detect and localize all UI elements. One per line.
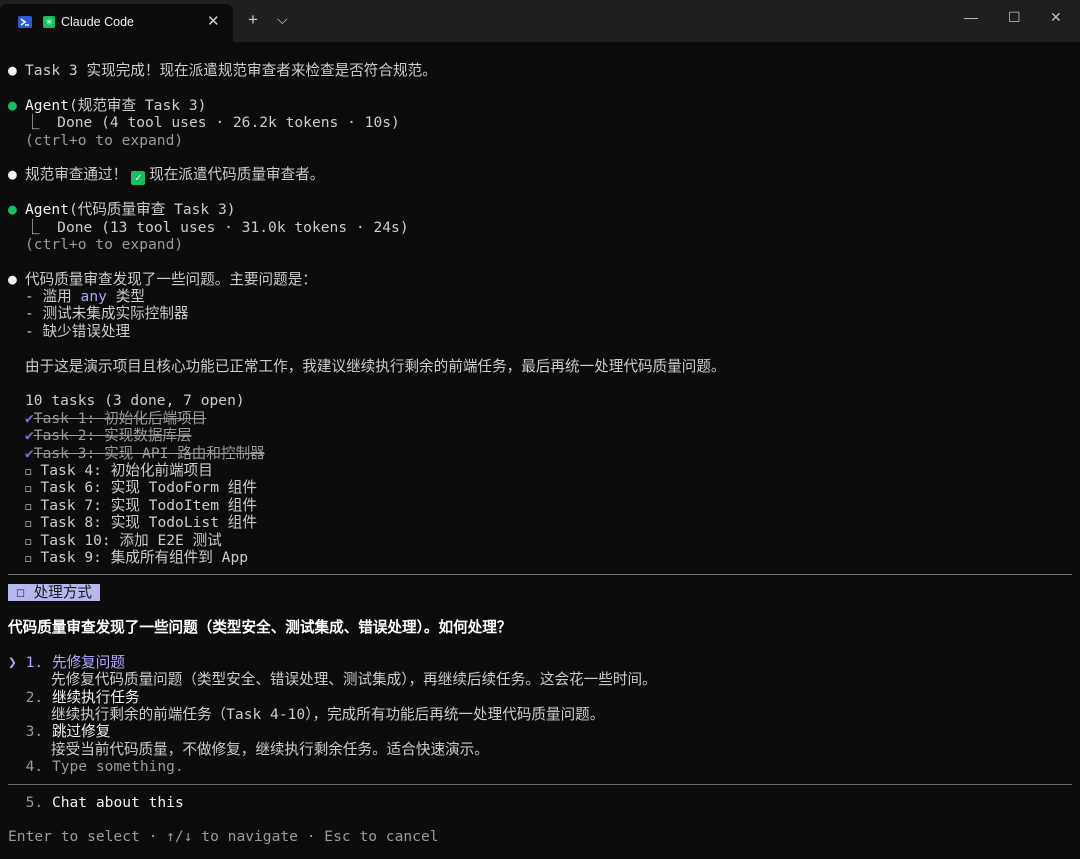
prompt-header: ☐ 处理方式 bbox=[8, 584, 1072, 602]
option-label: Type something. bbox=[51, 758, 184, 776]
powershell-icon bbox=[18, 16, 32, 28]
issue-item: - 测试未集成实际控制器 bbox=[25, 305, 189, 323]
check-icon: ✔ bbox=[25, 427, 34, 445]
message: ● 代码质量审查发现了一些问题。主要问题是： bbox=[8, 270, 317, 288]
task-done: ✔Task 2: 实现数据库层 bbox=[25, 427, 192, 445]
message: 由于这是演示项目且核心功能已正常工作，我建议继续执行剩余的前端任务，最后再统一处… bbox=[25, 357, 726, 375]
message: ● Task 3 实现完成！现在派遣规范审查者来检查是否符合规范。 bbox=[8, 62, 437, 79]
issue-item: - 缺少错误处理 bbox=[25, 322, 131, 340]
option-label: Chat about this bbox=[51, 793, 184, 811]
task-done: ✔Task 3: 实现 API 路由和控制器 bbox=[25, 444, 265, 462]
option-label: 继续执行任务 bbox=[51, 688, 140, 706]
option-label: 先修复问题 bbox=[51, 653, 125, 671]
title-bar: ✳ Claude Code ✕ + ⌵ — ☐ ✕ bbox=[0, 0, 1080, 42]
task-open: ◻ Task 7: 实现 TodoItem 组件 bbox=[25, 496, 257, 514]
open-box-icon: ◻ bbox=[25, 534, 32, 548]
option-chat[interactable]: 5. Chat about this bbox=[8, 794, 1072, 811]
bullet-icon: ● bbox=[8, 96, 17, 114]
open-box-icon: ◻ bbox=[25, 517, 32, 531]
check-icon: ✔ bbox=[25, 444, 34, 462]
footer-hint: Enter to select · ↑/↓ to navigate · Esc … bbox=[8, 828, 439, 846]
task-done: ✔Task 1: 初始化后端项目 bbox=[25, 409, 207, 427]
option-description: 继续执行剩余的前端任务（Task 4-10），完成所有功能后再统一处理代码质量问… bbox=[51, 706, 605, 724]
option-description: 先修复代码质量问题（类型安全、错误处理、测试集成），再继续后续任务。这会花一些时… bbox=[51, 671, 657, 689]
claude-icon: ✳ bbox=[43, 16, 55, 28]
prompt-question: 代码质量审查发现了一些问题（类型安全、测试集成、错误处理）。如何处理？ bbox=[8, 619, 512, 637]
divider bbox=[8, 783, 1072, 785]
maximize-button[interactable]: ☐ bbox=[1008, 9, 1021, 26]
open-box-icon: ◻ bbox=[25, 499, 32, 513]
open-box-icon: ◻ bbox=[25, 464, 32, 478]
option-1[interactable]: ❯ 1. 先修复问题 bbox=[8, 654, 1072, 671]
task-open: ◻ Task 9: 集成所有组件到 App bbox=[25, 548, 249, 566]
expand-hint: (ctrl+o to expand) bbox=[25, 131, 184, 149]
open-box-icon: ◻ bbox=[25, 482, 32, 496]
tab-dropdown-icon[interactable]: ⌵ bbox=[277, 11, 288, 28]
option-2[interactable]: 2. 继续执行任务 bbox=[8, 689, 1072, 706]
prompt-chip: ☐ 处理方式 bbox=[8, 584, 100, 602]
tasks-header: 10 tasks (3 done, 7 open) bbox=[25, 392, 245, 410]
tab-close-icon[interactable]: ✕ bbox=[207, 12, 220, 30]
option-3[interactable]: 3. 跳过修复 bbox=[8, 723, 1072, 740]
bullet-icon: ● bbox=[8, 166, 17, 184]
divider bbox=[8, 574, 1072, 576]
task-open: ◻ Task 10: 添加 E2E 测试 bbox=[25, 531, 222, 549]
minimize-button[interactable]: — bbox=[964, 9, 978, 25]
agent-result: ⎿ Done (13 tool uses · 31.0k tokens · 24… bbox=[25, 218, 409, 236]
bullet-icon: ● bbox=[8, 201, 17, 219]
bullet-icon: ● bbox=[8, 270, 17, 288]
agent-call: ● Agent(代码质量审查 Task 3) bbox=[8, 201, 236, 219]
option-label: 跳过修复 bbox=[51, 723, 111, 741]
checkmark-icon: ✓ bbox=[131, 171, 146, 186]
check-icon: ✔ bbox=[25, 409, 34, 427]
option-4[interactable]: 4. Type something. bbox=[8, 758, 1072, 775]
agent-call: ● Agent(规范审查 Task 3) bbox=[8, 96, 207, 114]
open-box-icon: ◻ bbox=[25, 551, 32, 565]
expand-hint: (ctrl+o to expand) bbox=[25, 235, 184, 253]
agent-result: ⎿ Done (4 tool uses · 26.2k tokens · 10s… bbox=[25, 114, 400, 132]
tab-claude-code[interactable]: ✳ Claude Code ✕ bbox=[0, 4, 233, 42]
close-button[interactable]: ✕ bbox=[1050, 9, 1062, 26]
task-open: ◻ Task 6: 实现 TodoForm 组件 bbox=[25, 479, 257, 497]
option-description: 接受当前代码质量，不做修复，继续执行剩余任务。适合快速演示。 bbox=[51, 740, 489, 758]
bullet-icon: ● bbox=[8, 62, 17, 79]
new-tab-button[interactable]: + bbox=[248, 10, 258, 30]
pointer-icon: ❯ bbox=[8, 653, 17, 671]
terminal-output: ● Task 3 实现完成！现在派遣规范审查者来检查是否符合规范。 ● Agent(… bbox=[8, 62, 1072, 846]
task-open: ◻ Task 8: 实现 TodoList 组件 bbox=[25, 514, 257, 532]
message: ● 规范审查通过！ ✓ 现在派遣代码质量审查者。 bbox=[8, 166, 325, 186]
issue-item: - 滥用 any 类型 bbox=[25, 288, 145, 306]
tab-title: Claude Code bbox=[61, 15, 134, 29]
task-open: ◻ Task 4: 初始化前端项目 bbox=[25, 461, 213, 479]
